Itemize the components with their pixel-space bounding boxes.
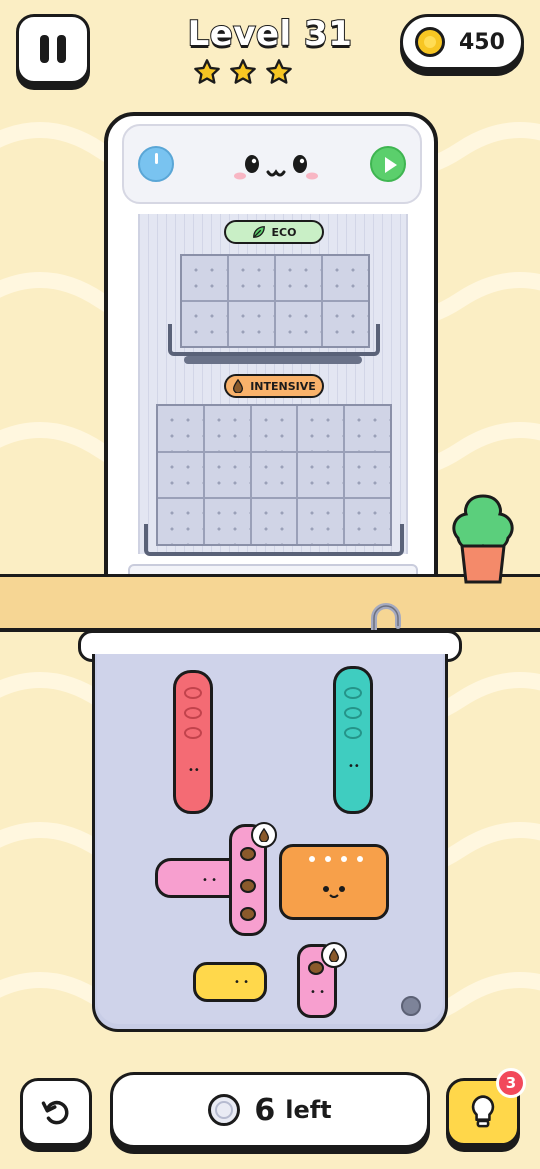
dishwasher-face (234, 155, 318, 180)
pot-face (309, 856, 363, 898)
dishwasher: ECO INTENSIVE (104, 112, 438, 596)
rack-slot[interactable] (182, 256, 227, 300)
dishwasher-control-panel (122, 124, 422, 204)
coin-icon (415, 27, 445, 57)
undo-icon (41, 1100, 69, 1125)
intensive-label-text: INTENSIVE (250, 379, 316, 393)
rack-slot[interactable] (229, 256, 274, 300)
eco-rack-label: ECO (224, 220, 324, 244)
cup-rim (344, 707, 362, 719)
piece-face: • • (310, 987, 325, 998)
coin-amount: 450 (459, 29, 505, 55)
eco-rack-frame (168, 324, 380, 356)
drop-icon (233, 379, 244, 393)
leaf-icon (252, 226, 265, 238)
yellow-sponge-piece[interactable]: • • (193, 962, 267, 1002)
orange-pot-piece[interactable] (279, 844, 389, 920)
dirt-stain (308, 961, 324, 975)
dirt-stain (240, 847, 256, 861)
piece-face: • • (202, 875, 217, 886)
lightbulb-icon (471, 1095, 495, 1128)
intensive-rack-label: INTENSIVE (224, 374, 324, 398)
cup-rim (184, 707, 202, 719)
piece-face: •• (348, 761, 360, 772)
cup-rim (344, 687, 362, 699)
sink-basin: •• •• • • • • • • (92, 654, 448, 1032)
rack-slot[interactable] (158, 406, 203, 451)
dirty-drop-icon (321, 942, 347, 968)
rack-rail (184, 356, 362, 364)
rack-slot[interactable] (345, 406, 390, 451)
rack-slot[interactable] (204, 452, 250, 498)
undo-button[interactable] (20, 1078, 92, 1146)
dirty-drop-icon (251, 822, 277, 848)
potted-plant-icon (452, 494, 514, 584)
red-cup-piece[interactable]: •• (173, 670, 213, 814)
eco-label-text: ECO (271, 225, 297, 239)
cup-rim (184, 687, 202, 699)
intensive-rack-frame (144, 524, 404, 556)
hint-count-badge: 3 (496, 1068, 526, 1098)
rack-slot[interactable] (204, 406, 250, 451)
sink-drain (401, 996, 421, 1016)
dirt-stain (240, 907, 256, 921)
piece-face: • • (234, 977, 249, 988)
plate-icon (208, 1094, 241, 1126)
cup-rim (184, 727, 202, 739)
rack-slot[interactable] (345, 452, 390, 498)
cup-rim (344, 727, 362, 739)
power-knob-icon[interactable] (138, 146, 174, 182)
rack-slot[interactable] (251, 406, 297, 451)
star-icon (230, 59, 256, 84)
star-icon (266, 59, 292, 84)
rack-slot[interactable] (298, 452, 344, 498)
remaining-count: 6 (254, 1092, 276, 1128)
dishes-remaining-counter: 6 left (110, 1072, 430, 1148)
rack-slot[interactable] (298, 406, 344, 451)
rack-slot[interactable] (158, 452, 203, 498)
coin-counter[interactable]: 450 (400, 14, 524, 70)
star-rating (193, 58, 303, 90)
teal-cup-piece[interactable]: •• (333, 666, 373, 814)
rack-slot[interactable] (251, 452, 297, 498)
star-icon (194, 59, 220, 84)
rack-slot[interactable] (276, 256, 321, 300)
rack-slot[interactable] (323, 256, 368, 300)
dirt-stain (240, 879, 256, 893)
play-icon[interactable] (370, 146, 406, 182)
piece-face: •• (188, 765, 200, 776)
remaining-label: left (285, 1096, 332, 1124)
